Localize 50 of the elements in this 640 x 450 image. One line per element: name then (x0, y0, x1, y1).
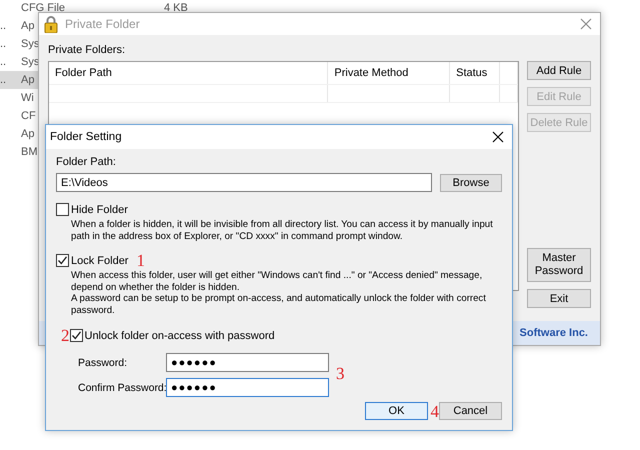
file-type-text: .. (0, 56, 8, 68)
file-name: CF (21, 110, 36, 122)
field-label: Confirm Password: (78, 382, 166, 394)
checkbox-label: Lock Folder (71, 254, 128, 266)
cancel-button[interactable]: Cancel (439, 402, 502, 420)
file-type-text: .. (0, 74, 8, 86)
column-header[interactable]: Folder Path (49, 62, 328, 84)
annotation-number: 2 (61, 327, 70, 344)
dialog-title: Folder Setting (49, 131, 123, 143)
close-icon[interactable] (492, 131, 504, 143)
description-line: When a folder is hidden, it will be invisible from all directory list. You can access it by manually input (71, 219, 493, 230)
exit-button[interactable]: Exit (527, 289, 591, 308)
file-name: Wi (21, 92, 34, 104)
checkbox[interactable] (70, 329, 82, 342)
file-type-text: .. (0, 38, 8, 50)
lock-icon (43, 15, 59, 33)
annotation-number: 3 (336, 364, 344, 382)
annotation-number: 1 (136, 252, 145, 269)
file-name: BM (21, 146, 38, 158)
password-field[interactable]: ●●●●●● (166, 353, 329, 372)
column-header[interactable]: Status (450, 62, 500, 84)
password-field[interactable]: ●●●●●● (166, 378, 329, 397)
list-label: Private Folders: (48, 44, 126, 56)
checkbox-label: Hide Folder (71, 204, 128, 216)
field-label: Password: (78, 356, 128, 368)
window-title: Private Folder (65, 17, 141, 31)
file-name: Ap (21, 74, 34, 86)
browse-button[interactable]: Browse (440, 174, 502, 192)
file-type-text: .. (0, 20, 8, 32)
master-password-button[interactable]: Master Password (527, 248, 591, 282)
description-line: depend on whether the folder is hidden. (71, 282, 240, 293)
column-header[interactable]: Private Method (328, 62, 450, 84)
field-label: Folder Path: (56, 156, 117, 168)
rule-button[interactable]: Add Rule (527, 61, 591, 80)
path-field[interactable]: E:\Videos (56, 173, 432, 192)
file-name: Ap (21, 20, 34, 32)
file-name: CFG File (21, 2, 66, 14)
description-line: password. (71, 304, 115, 316)
file-size: 4 KB (164, 2, 188, 14)
description-line: When access this folder, user will get either "Windows can't find ..." or "Access denied" message, (71, 270, 482, 282)
file-row[interactable]: .. Ap (0, 71, 38, 89)
ok-button[interactable]: OK (365, 402, 428, 420)
annotation-number: 4 (430, 403, 439, 420)
checkbox-label: Unlock folder on-access with password (84, 330, 275, 342)
description-line: A password can be setup to be prompt on-access, and automatically unlock the folder with correct (71, 293, 486, 304)
description-line: path in the address box of Explorer, or "CD xxxx" in command prompt window. (71, 230, 403, 242)
checkbox[interactable] (56, 254, 69, 267)
checkbox[interactable] (56, 203, 69, 216)
company-name: Software Inc. (520, 327, 588, 339)
file-name: Ap (21, 128, 34, 140)
